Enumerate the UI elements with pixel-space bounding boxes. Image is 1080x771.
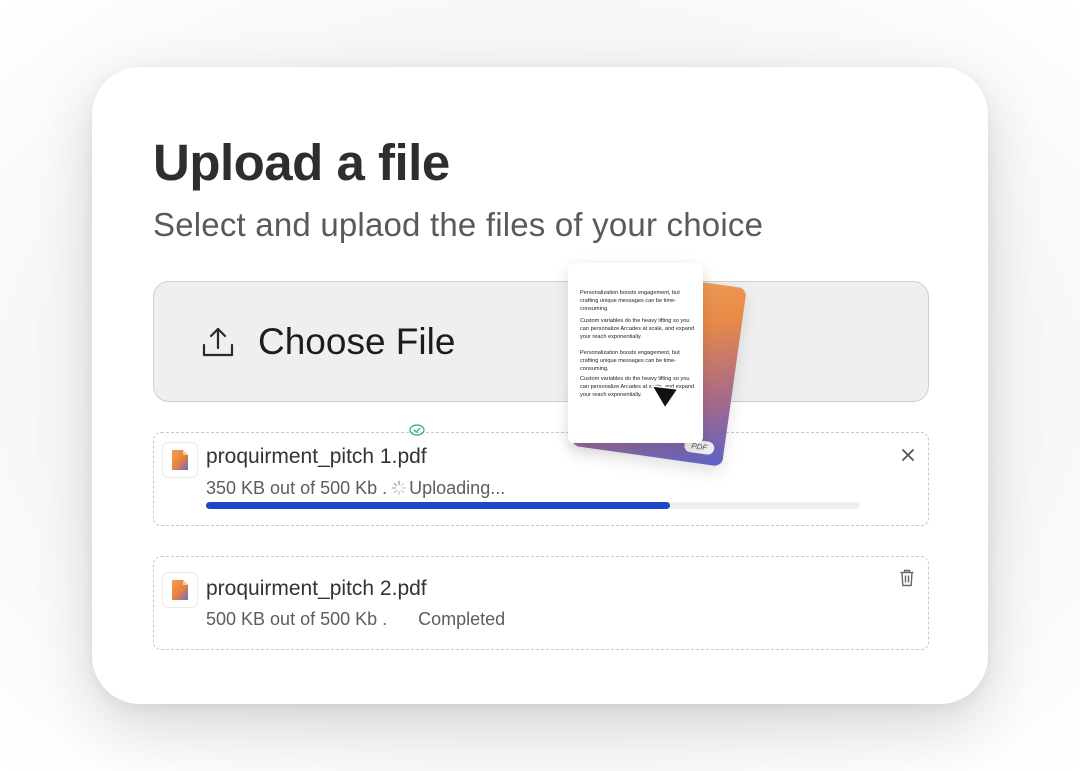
page-background: Upload a file Select and uplaod the file… <box>0 0 1080 771</box>
upload-icon <box>202 327 234 357</box>
preview-paragraph: Custom variables do the heavy lifting so… <box>580 318 695 340</box>
file-name: proquirment_pitch 2.pdf <box>206 577 427 600</box>
progress-bar <box>206 502 860 509</box>
pdf-file-icon <box>162 572 198 608</box>
choose-file-button[interactable]: Choose File <box>153 281 929 402</box>
upload-card: Upload a file Select and uplaod the file… <box>92 67 988 704</box>
preview-paragraph: Personalization boosts engagement, but c… <box>580 350 680 372</box>
file-meta: 500 KB out of 500 Kb . Completed <box>206 608 505 630</box>
progress-fill <box>206 502 671 509</box>
file-meta: 350 KB out of 500 Kb . Uploading... <box>206 477 505 501</box>
page-title: Upload a file <box>153 134 450 191</box>
upload-status: Uploading... <box>409 478 506 498</box>
trash-icon[interactable] <box>899 569 915 587</box>
check-icon <box>409 424 425 436</box>
pdf-preview-page: Personalization boosts engagement, but c… <box>568 263 703 443</box>
upload-status: Completed <box>418 609 506 629</box>
file-size: 350 KB out of 500 Kb . <box>206 478 388 498</box>
pdf-file-icon <box>162 442 198 478</box>
close-icon[interactable] <box>900 447 916 463</box>
spinner-icon <box>391 479 407 501</box>
file-row-completed: proquirment_pitch 2.pdf 500 KB out of 50… <box>153 556 929 650</box>
page-subtitle: Select and uplaod the files of your choi… <box>153 206 764 243</box>
preview-paragraph: Personalization boosts engagement, but c… <box>580 290 680 312</box>
file-size: 500 KB out of 500 Kb . <box>206 609 388 629</box>
cursor-icon <box>651 385 679 409</box>
file-row-uploading: proquirment_pitch 1.pdf 350 KB out of 50… <box>153 432 929 526</box>
file-name: proquirment_pitch 1.pdf <box>206 445 427 468</box>
choose-file-label: Choose File <box>258 321 456 362</box>
